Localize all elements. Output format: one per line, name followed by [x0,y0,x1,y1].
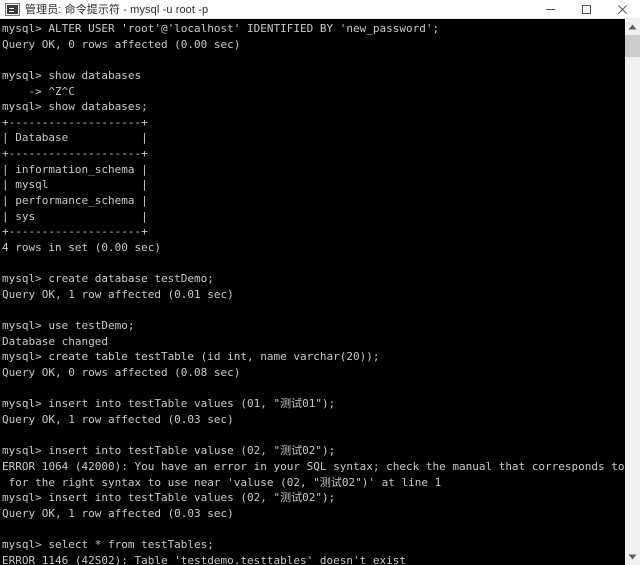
terminal-line: mysql> create database testDemo; [2,272,214,286]
terminal-line: mysql> use testDemo; [2,319,135,333]
console-icon [5,2,20,16]
terminal-line: +--------------------+ [2,147,148,161]
terminal-line: mysql> insert into testTable values (01,… [2,397,336,411]
terminal-line: Query OK, 1 row affected (0.01 sec) [2,287,234,301]
vertical-scrollbar[interactable] [624,19,640,565]
window-title: 管理员: 命令提示符 - mysql -u root -p [25,4,209,16]
scroll-up-arrow-icon [628,24,637,30]
command-prompt-window: 管理员: 命令提示符 - mysql -u root -p mysql> ALT… [0,0,640,565]
scroll-down-button[interactable] [625,549,640,565]
scroll-up-button[interactable] [625,19,640,35]
terminal-line: mysql> create table testTable (id int, n… [2,350,380,364]
terminal-line: | information_schema | [2,162,148,176]
title-bar[interactable]: 管理员: 命令提示符 - mysql -u root -p [0,0,640,19]
terminal-line: Query OK, 0 rows affected (0.08 sec) [2,366,241,380]
terminal-line: +--------------------+ [2,115,148,129]
terminal-line: | performance_schema | [2,194,148,208]
terminal-line: ERROR 1146 (42S02): Table 'testdemo.test… [2,553,406,565]
minimize-button[interactable] [532,0,568,18]
scroll-down-arrow-icon [628,554,637,560]
terminal-line: ERROR 1064 (42000): You have an error in… [2,459,624,473]
terminal-line: Query OK, 1 row affected (0.03 sec) [2,506,234,520]
terminal-output[interactable]: mysql> ALTER USER 'root'@'localhost' IDE… [0,19,624,565]
terminal-line: mysql> ALTER USER 'root'@'localhost' IDE… [2,22,440,35]
minimize-icon [545,8,555,10]
terminal-line: | mysql | [2,178,148,192]
terminal-line: -> ^Z^C [2,84,75,98]
close-button[interactable] [604,0,640,18]
terminal-line: Query OK, 0 rows affected (0.00 sec) [2,37,241,51]
terminal-line: mysql> insert into testTable valuse (02,… [2,444,336,458]
terminal-line: mysql> insert into testTable values (02,… [2,491,336,505]
terminal-line: Database changed [2,334,108,348]
terminal-line: mysql> show databases [2,68,142,82]
maximize-button[interactable] [568,0,604,18]
window-controls [532,0,640,18]
scrollbar-track[interactable] [625,35,640,549]
terminal-area: mysql> ALTER USER 'root'@'localhost' IDE… [0,19,640,565]
maximize-icon [581,4,591,14]
terminal-line: mysql> select * from testTables; [2,538,214,552]
terminal-line: for the right syntax to use near 'valuse… [2,475,442,489]
terminal-line: | Database | [2,131,148,145]
terminal-line: | sys | [2,209,148,223]
terminal-line: 4 rows in set (0.00 sec) [2,240,161,254]
terminal-line: +--------------------+ [2,225,148,239]
terminal-line: Query OK, 1 row affected (0.03 sec) [2,413,234,427]
close-icon [617,4,627,14]
terminal-line: mysql> show databases; [2,100,148,114]
scrollbar-thumb[interactable] [625,35,640,57]
